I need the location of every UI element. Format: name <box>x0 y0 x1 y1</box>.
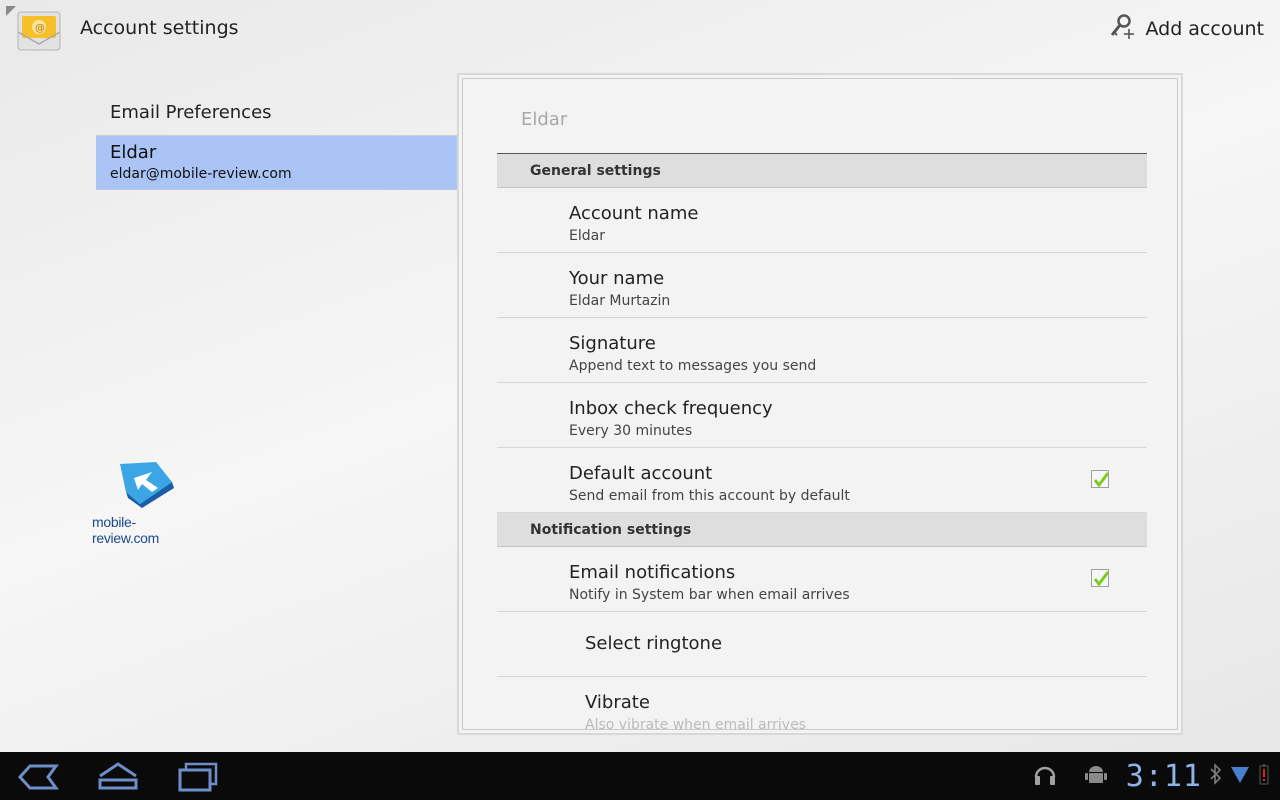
recent-apps-button[interactable] <box>176 760 220 794</box>
key-plus-icon <box>1109 13 1135 45</box>
setting-title: Select ringtone <box>585 633 723 654</box>
your-name-setting[interactable]: Your name Eldar Murtazin <box>497 253 1147 318</box>
android-debug-icon <box>1084 762 1108 790</box>
recent-apps-icon <box>178 762 218 792</box>
battery-low-icon <box>1258 763 1270 789</box>
bluetooth-icon <box>1210 763 1222 789</box>
headphones-icon <box>1032 761 1058 791</box>
email-app-icon[interactable]: @ <box>6 6 66 54</box>
default-account-setting[interactable]: Default account Send email from this acc… <box>497 448 1147 513</box>
setting-title: Account name <box>569 203 699 224</box>
settings-panel: Eldar General settings Account name Elda… <box>457 73 1183 735</box>
setting-summary: Also vibrate when email arrives <box>585 717 806 730</box>
add-account-button[interactable]: Add account <box>1109 12 1264 46</box>
setting-summary: Send email from this account by default <box>569 488 850 504</box>
checkmark-icon <box>1093 472 1110 488</box>
watermark-text: mobile-review.com <box>92 514 160 546</box>
email-preferences-item[interactable]: Email Preferences <box>96 90 458 136</box>
setting-summary: Eldar Murtazin <box>569 293 671 309</box>
wifi-icon <box>1230 764 1250 788</box>
checkmark-icon <box>1093 571 1110 587</box>
account-item-eldar[interactable]: Eldar eldar@mobile-review.com <box>96 136 458 190</box>
setting-summary: Notify in System bar when email arrives <box>569 587 850 603</box>
home-icon <box>98 762 138 790</box>
page-title: Account settings <box>80 17 239 39</box>
email-notifications-checkbox[interactable] <box>1091 569 1110 587</box>
panel-title: Eldar <box>521 109 568 130</box>
setting-title: Your name <box>569 268 665 289</box>
home-button[interactable] <box>96 760 140 794</box>
setting-title: Signature <box>569 333 656 354</box>
setting-title: Vibrate <box>585 692 650 713</box>
accounts-list: Email Preferences Eldar eldar@mobile-rev… <box>96 90 458 190</box>
inbox-check-frequency-setting[interactable]: Inbox check frequency Every 30 minutes <box>497 383 1147 448</box>
mobile-review-logo-icon <box>120 462 174 508</box>
status-area[interactable]: 3:11 <box>1032 758 1270 794</box>
setting-summary: Append text to messages you send <box>569 358 817 374</box>
action-bar: @ Account settings Add account <box>0 0 1280 60</box>
setting-summary: Eldar <box>569 228 605 244</box>
account-name: Eldar <box>110 142 157 163</box>
setting-title: Default account <box>569 463 713 484</box>
account-email: eldar@mobile-review.com <box>110 166 292 182</box>
general-settings-header: General settings <box>497 154 1147 188</box>
signature-setting[interactable]: Signature Append text to messages you se… <box>497 318 1147 383</box>
settings-list[interactable]: General settings Account name Eldar Your… <box>497 153 1147 730</box>
back-icon <box>17 764 59 790</box>
vibrate-setting[interactable]: Vibrate Also vibrate when email arrives <box>497 677 1147 730</box>
email-notifications-setting[interactable]: Email notifications Notify in System bar… <box>497 547 1147 612</box>
clock: 3:11 <box>1125 758 1202 794</box>
svg-text:@: @ <box>35 23 45 34</box>
account-name-setting[interactable]: Account name Eldar <box>497 188 1147 253</box>
back-button[interactable] <box>16 760 60 794</box>
notification-settings-header: Notification settings <box>497 513 1147 547</box>
select-ringtone-setting[interactable]: Select ringtone <box>497 612 1147 677</box>
settings-panel-inner: Eldar General settings Account name Elda… <box>462 78 1178 730</box>
setting-title: Inbox check frequency <box>569 398 773 419</box>
default-account-checkbox[interactable] <box>1091 470 1110 488</box>
setting-title: Email notifications <box>569 562 736 583</box>
watermark: mobile-review.com <box>92 458 196 546</box>
add-account-label: Add account <box>1145 18 1264 40</box>
setting-summary: Every 30 minutes <box>569 423 693 439</box>
system-bar: 3:11 <box>0 752 1280 800</box>
